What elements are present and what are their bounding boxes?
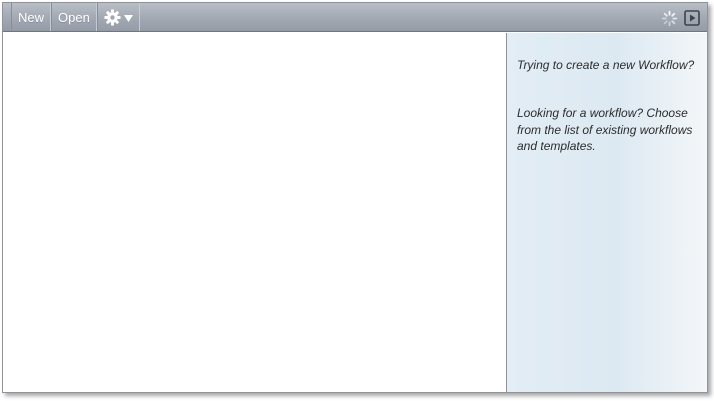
play-icon[interactable] (684, 10, 700, 26)
help-side-panel: Trying to create a new Workflow? Looking… (506, 33, 707, 392)
new-button-label: New (18, 9, 45, 25)
open-button[interactable]: Open (51, 3, 97, 31)
gear-icon (104, 8, 121, 26)
open-button-label: Open (58, 9, 90, 25)
toolbar: New Open (3, 3, 707, 32)
workflow-canvas[interactable] (3, 33, 506, 392)
toolbar-status (661, 9, 700, 27)
toolbar-actions: New Open (11, 3, 140, 31)
workflow-editor-window: New Open Trying to create a new Workflow… (2, 2, 708, 393)
create-workflow-hint: Trying to create a new Workflow? (517, 58, 695, 72)
chevron-down-icon (123, 14, 133, 22)
new-button[interactable]: New (11, 3, 52, 31)
loading-spinner-icon (661, 10, 678, 26)
find-workflow-hint: Looking for a workflow? Choose from the … (517, 106, 693, 153)
settings-menu-button[interactable] (96, 3, 140, 31)
